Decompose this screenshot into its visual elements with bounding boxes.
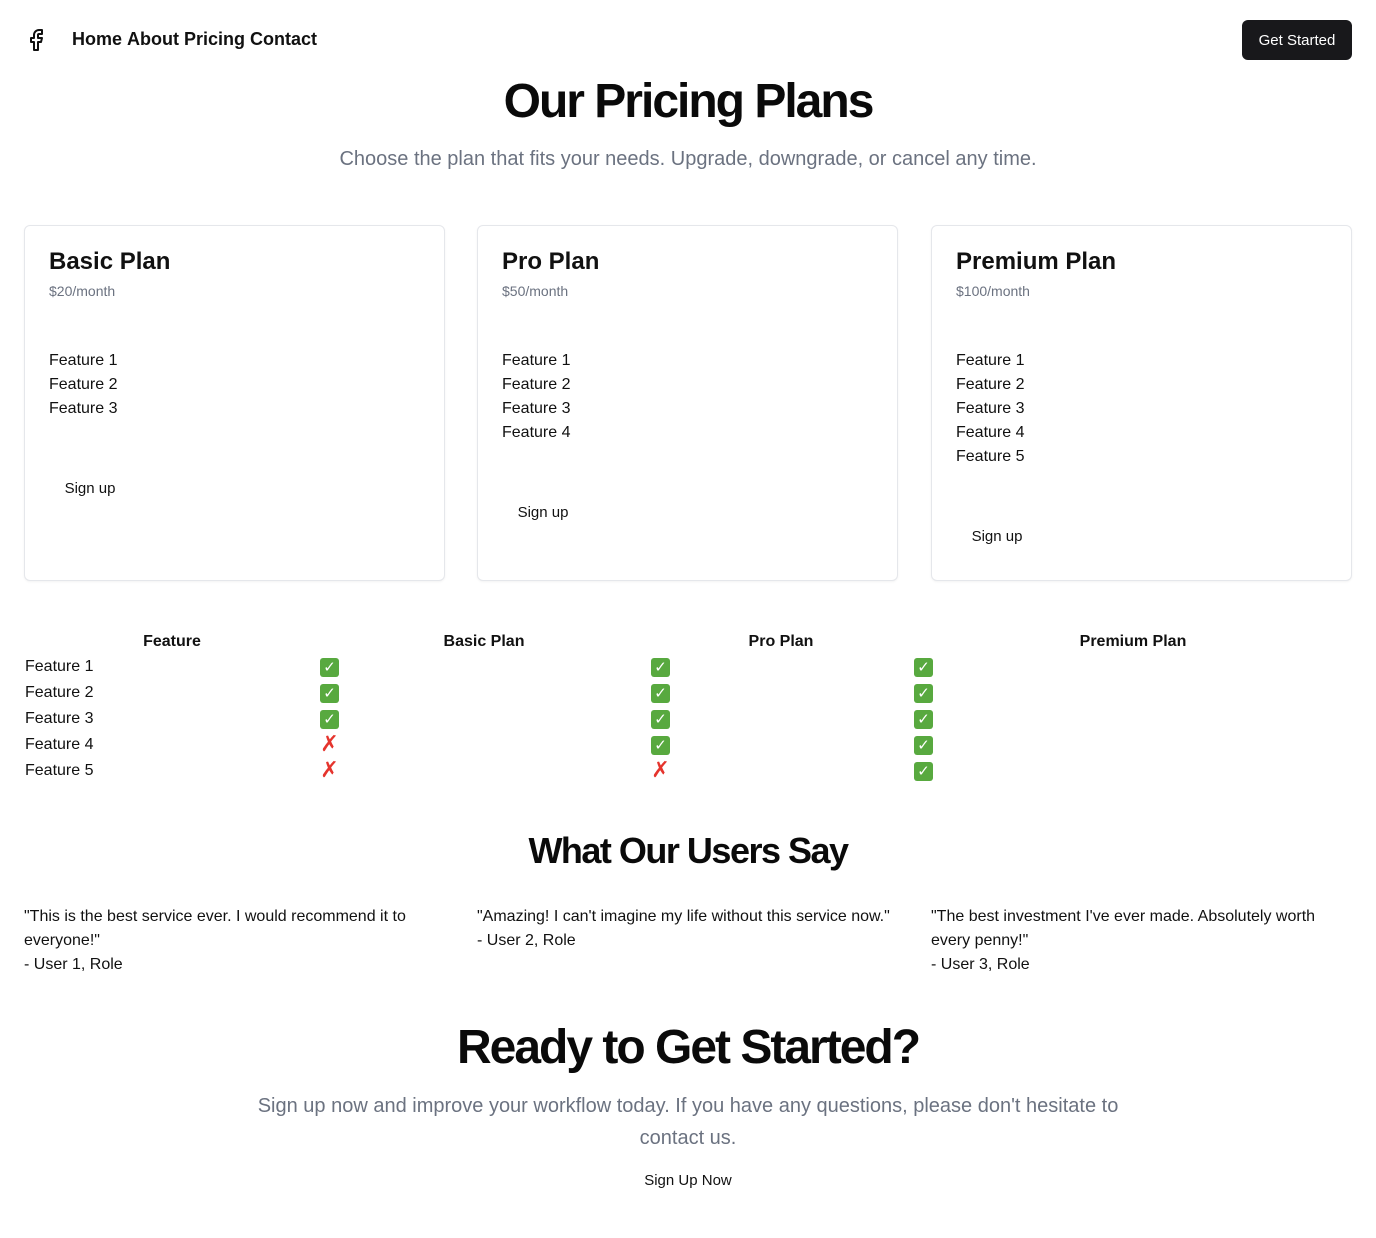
plan-price: $20/month [49, 283, 116, 299]
sign-up-button-premium[interactable]: Sign up [956, 518, 1038, 554]
plan-feature: Feature 1 [502, 352, 571, 369]
testimonial-author: - User 1, Role [24, 956, 123, 973]
table-row: Feature 2 ✓ ✓ ✓ [24, 680, 1352, 706]
testimonial-author: - User 2, Role [477, 932, 576, 949]
plan-feature: Feature 2 [956, 376, 1025, 393]
check-icon: ✓ [914, 657, 933, 677]
plan-name: Premium Plan [956, 248, 1117, 275]
nav-pricing[interactable]: Pricing [184, 29, 245, 50]
testimonial-quote: "The best investment I've ever made. Abs… [931, 908, 1316, 949]
check-icon: ✓ [914, 761, 933, 781]
sign-up-button-basic[interactable]: Sign up [49, 470, 131, 506]
plan-feature: Feature 3 [49, 400, 118, 417]
column-header: Basic Plan [443, 633, 525, 650]
plan-name: Basic Plan [49, 248, 171, 275]
check-icon: ✓ [320, 657, 339, 677]
check-icon: ✓ [320, 709, 339, 729]
nav-contact[interactable]: Contact [250, 29, 317, 50]
check-icon: ✓ [651, 657, 670, 677]
testimonials-title: What Our Users Say [528, 830, 849, 871]
plan-card-basic: Basic Plan $20/month Feature 1 Feature 2… [24, 225, 445, 581]
table-header-row: Feature Basic Plan Pro Plan Premium Plan [24, 630, 1352, 654]
plan-feature: Feature 3 [956, 400, 1025, 417]
testimonial: "Amazing! I can't imagine my life withou… [477, 905, 898, 953]
plan-feature: Feature 1 [956, 352, 1025, 369]
table-row: Feature 5 ✗ ✗ ✓ [24, 758, 1352, 784]
plan-feature: Feature 3 [502, 400, 571, 417]
plan-feature: Feature 1 [49, 352, 118, 369]
feature-comparison-table: Feature Basic Plan Pro Plan Premium Plan… [24, 630, 1352, 784]
plan-feature-list: Feature 1 Feature 2 Feature 3 Feature 4 … [956, 349, 1024, 469]
plan-feature: Feature 5 [956, 448, 1025, 465]
testimonial-author: - User 3, Role [931, 956, 1030, 973]
feature-name: Feature 4 [25, 736, 94, 753]
sign-up-now-button[interactable]: Sign Up Now [630, 1162, 746, 1198]
testimonial: "The best investment I've ever made. Abs… [931, 905, 1352, 977]
column-header: Feature [143, 633, 201, 650]
plan-card-premium: Premium Plan $100/month Feature 1 Featur… [931, 225, 1352, 581]
cross-icon: ✗ [320, 757, 339, 782]
main-nav: Home About Pricing Contact [72, 29, 317, 50]
column-header: Pro Plan [748, 633, 814, 650]
cross-icon: ✗ [651, 757, 670, 782]
facebook-icon[interactable] [26, 28, 46, 52]
plan-feature: Feature 4 [956, 424, 1025, 441]
testimonial-quote: "This is the best service ever. I would … [24, 908, 406, 949]
plan-feature: Feature 4 [502, 424, 571, 441]
testimonial: "This is the best service ever. I would … [24, 905, 445, 977]
plan-feature-list: Feature 1 Feature 2 Feature 3 Feature 4 [502, 349, 570, 445]
feature-name: Feature 3 [25, 710, 94, 727]
feature-name: Feature 5 [25, 762, 94, 779]
check-icon: ✓ [914, 683, 933, 703]
final-cta-subtitle: Sign up now and improve your workflow to… [257, 1095, 1119, 1149]
nav-home[interactable]: Home [72, 29, 122, 50]
page-subtitle: Choose the plan that fits your needs. Up… [339, 148, 1037, 170]
plan-card-pro: Pro Plan $50/month Feature 1 Feature 2 F… [477, 225, 898, 581]
final-cta-title: Ready to Get Started? [456, 1021, 921, 1074]
check-icon: ✓ [320, 683, 339, 703]
sign-up-button-pro[interactable]: Sign up [502, 494, 584, 530]
check-icon: ✓ [651, 683, 670, 703]
feature-name: Feature 1 [25, 658, 94, 675]
plan-name: Pro Plan [502, 248, 600, 275]
plan-feature: Feature 2 [49, 376, 118, 393]
plan-price: $50/month [502, 283, 569, 299]
check-icon: ✓ [651, 735, 670, 755]
column-header: Premium Plan [1079, 633, 1187, 650]
table-row: Feature 4 ✗ ✓ ✓ [24, 732, 1352, 758]
nav-about[interactable]: About [127, 29, 179, 50]
feature-name: Feature 2 [25, 684, 94, 701]
get-started-button[interactable]: Get Started [1242, 20, 1352, 60]
plan-feature: Feature 2 [502, 376, 571, 393]
plan-price: $100/month [956, 283, 1030, 299]
testimonial-quote: "Amazing! I can't imagine my life withou… [477, 908, 890, 925]
site-header: Home About Pricing Contact Get Started [0, 0, 1376, 80]
table-row: Feature 1 ✓ ✓ ✓ [24, 654, 1352, 680]
plan-feature-list: Feature 1 Feature 2 Feature 3 [49, 349, 117, 421]
table-row: Feature 3 ✓ ✓ ✓ [24, 706, 1352, 732]
check-icon: ✓ [914, 709, 933, 729]
page-title: Our Pricing Plans [503, 75, 875, 128]
check-icon: ✓ [651, 709, 670, 729]
cross-icon: ✗ [320, 731, 339, 756]
check-icon: ✓ [914, 735, 933, 755]
